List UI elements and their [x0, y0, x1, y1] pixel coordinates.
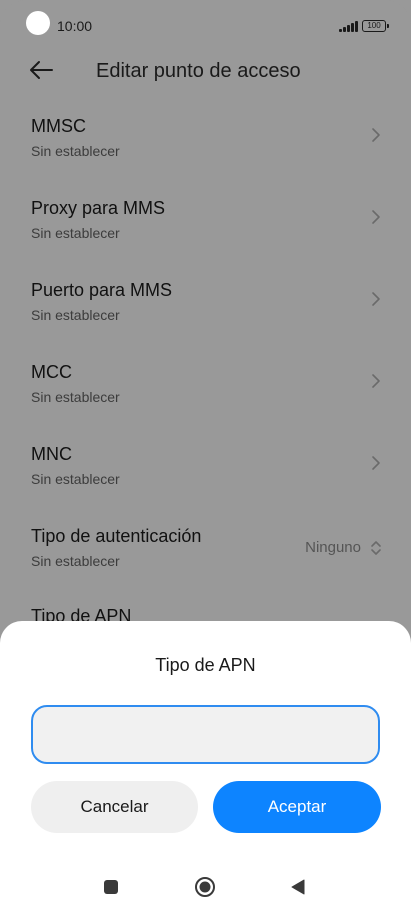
camera-cutout [26, 11, 50, 35]
item-title: MCC [31, 362, 72, 382]
item-subtitle: Sin establecer [31, 143, 120, 159]
item-subtitle: Sin establecer [31, 553, 120, 569]
apn-type-dialog: Tipo de APN Cancelar Aceptar [0, 621, 411, 914]
item-subtitle: Sin establecer [31, 471, 120, 487]
chevron-right-icon [372, 456, 380, 470]
item-subtitle: Sin establecer [31, 307, 120, 323]
list-item-puerto-mms[interactable]: Puerto para MMS Sin establecer [0, 280, 411, 350]
list-item-mmsc[interactable]: MMSC Sin establecer [0, 116, 411, 186]
home-nav-button[interactable] [194, 876, 216, 898]
page-title: Editar punto de acceso [96, 60, 301, 82]
list-item-proxy-mms[interactable]: Proxy para MMS Sin establecer [0, 198, 411, 268]
item-title: Proxy para MMS [31, 198, 166, 218]
dialog-title: Tipo de APN [155, 655, 256, 675]
screen: 10:00 100 Editar punto de acceso MMSC Si… [0, 0, 411, 914]
item-title: MMSC [31, 116, 86, 136]
header: Editar punto de acceso [0, 52, 411, 92]
back-nav-button[interactable] [290, 879, 306, 895]
item-subtitle: Sin establecer [31, 389, 120, 405]
chevron-right-icon [372, 128, 380, 142]
chevron-right-icon [372, 292, 380, 306]
list-item-tipo-autenticacion[interactable]: Tipo de autenticación Sin establecer Nin… [0, 526, 411, 596]
apn-type-input[interactable] [31, 705, 380, 764]
chevron-right-icon [372, 210, 380, 224]
item-value: Ninguno [305, 539, 361, 556]
item-title: Puerto para MMS [31, 280, 173, 300]
chevron-updown-icon [371, 541, 381, 555]
signal-icon [339, 20, 358, 32]
item-title: MNC [31, 444, 72, 464]
status-bar: 10:00 100 [0, 0, 411, 52]
chevron-right-icon [372, 374, 380, 388]
status-time: 10:00 [57, 18, 93, 34]
arrow-left-icon[interactable] [28, 59, 54, 81]
battery-icon: 100 [362, 20, 389, 32]
accept-button[interactable]: Aceptar [213, 781, 381, 833]
recents-nav-button[interactable] [104, 880, 118, 894]
list-item-mcc[interactable]: MCC Sin establecer [0, 362, 411, 432]
cancel-button[interactable]: Cancelar [31, 781, 198, 833]
item-title: Tipo de autenticación [31, 526, 202, 546]
item-subtitle: Sin establecer [31, 225, 120, 241]
list-item-mnc[interactable]: MNC Sin establecer [0, 444, 411, 514]
